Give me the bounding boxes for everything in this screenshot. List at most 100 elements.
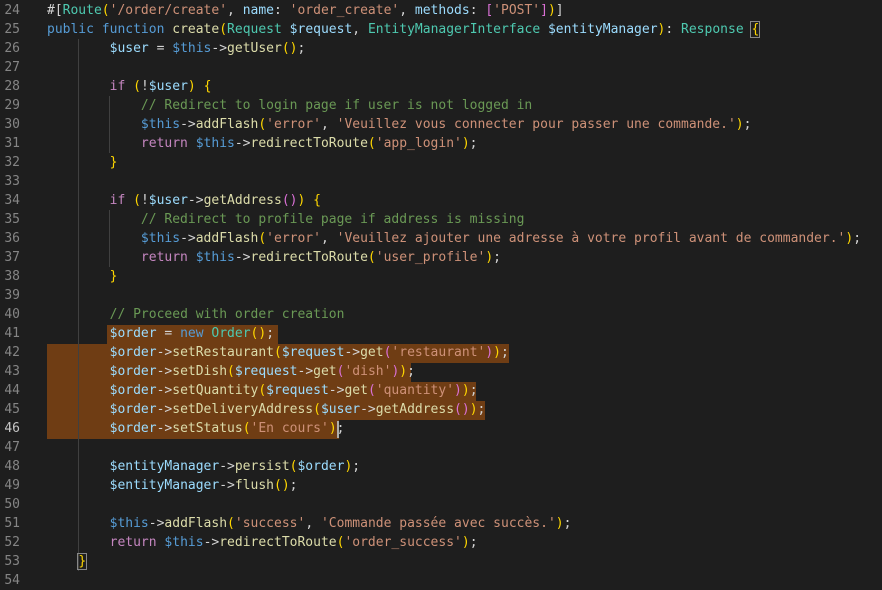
code-line[interactable]: 45 $order->setDeliveryAddress($user->get… (0, 400, 882, 419)
code-token: $this (195, 136, 235, 151)
code-line[interactable]: 34 if (!$user->getAddress()) { (0, 191, 882, 210)
code-token: , (227, 3, 243, 18)
code-line[interactable]: 44 $order->setQuantity($request->get('qu… (0, 381, 882, 400)
code-line[interactable]: 29 // Redirect to login page if user is … (0, 96, 882, 115)
code-token: function (101, 22, 165, 37)
code-token: Route (62, 3, 102, 18)
code-token: new (180, 326, 204, 341)
code-token: ; (469, 383, 478, 398)
code-token: ( (367, 136, 376, 151)
code-text: // Redirect to profile page if address i… (47, 210, 525, 229)
code-line[interactable]: 27 (0, 58, 882, 77)
code-token: $this (140, 117, 181, 132)
code-token: ; (297, 41, 306, 56)
code-token: $user (320, 402, 361, 417)
code-token: 'Commande passée avec succès.' (320, 516, 556, 531)
code-token: , (399, 3, 415, 18)
code-line[interactable]: 54 (0, 571, 882, 590)
code-line[interactable]: 38 } (0, 267, 882, 286)
code-line[interactable]: 31 return $this->redirectToRoute('app_lo… (0, 134, 882, 153)
code-token: : (469, 3, 486, 18)
line-number: 42 (4, 345, 20, 360)
code-line[interactable]: 43 $order->setDish($request->get('dish')… (0, 362, 882, 381)
line-number: 29 (4, 98, 20, 113)
code-line[interactable]: 35 // Redirect to profile page if addres… (0, 210, 882, 229)
line-number: 46 (4, 421, 20, 436)
code-token: #[ (47, 3, 63, 18)
code-token: redirectToRoute (250, 136, 368, 151)
code-token: ; (352, 459, 361, 474)
code-line[interactable]: 37 return $this->redirectToRoute('user_p… (0, 248, 882, 267)
code-token: ) (469, 402, 478, 417)
code-token: 'dish' (344, 364, 392, 379)
code-token: -> (219, 459, 235, 474)
code-line[interactable]: 40 // Proceed with order creation (0, 305, 882, 324)
code-token: -> (360, 402, 376, 417)
code-text: $order->setRestaurant($request->get('res… (47, 343, 509, 362)
code-token: $entityManager (109, 478, 220, 493)
code-token: $user (109, 41, 149, 56)
code-line[interactable]: 39 (0, 286, 882, 305)
code-token: 'quantity' (375, 383, 455, 398)
code-line[interactable]: 26 $user = $this->getUser(); (0, 39, 882, 58)
code-line[interactable]: 48 $entityManager->persist($order); (0, 457, 882, 476)
code-line[interactable]: 51 $this->addFlash('success', 'Commande … (0, 514, 882, 533)
code-editor[interactable]: 24 #[Route('/order/create', name: 'order_… (0, 0, 882, 590)
code-token: 'En cours' (250, 421, 329, 436)
code-token: -> (156, 345, 173, 360)
code-line[interactable]: 30 $this->addFlash('error', 'Veuillez vo… (0, 115, 882, 134)
code-text: $order->setDish($request->get('dish')); (47, 362, 415, 381)
code-token: get (313, 364, 337, 379)
code-token: ; (853, 231, 862, 246)
code-token: addFlash (164, 516, 228, 531)
code-token: // Proceed with order creation (109, 307, 345, 322)
code-text: $this->addFlash('success', 'Commande pas… (47, 514, 572, 533)
code-token: $user (148, 79, 188, 94)
code-token: setQuantity (172, 383, 259, 398)
code-token: ( (227, 364, 235, 379)
code-token: ! (140, 193, 149, 208)
code-line[interactable]: 52 return $this->redirectToRoute('order_… (0, 533, 882, 552)
code-line[interactable]: 53 } (0, 552, 882, 571)
code-text: #[Route('/order/create', name: 'order_cr… (47, 1, 564, 20)
code-token: getAddress (375, 402, 455, 417)
code-token: ) (461, 535, 470, 550)
code-token: ( (133, 193, 141, 208)
code-line[interactable]: 25 public function create(Request $reques… (0, 20, 882, 39)
code-token: $this (140, 231, 181, 246)
code-token: setRestaurant (172, 345, 274, 360)
code-token: $entityManager (547, 22, 658, 37)
code-line[interactable]: 46 $order->setStatus('En cours'); (0, 419, 882, 438)
code-line[interactable]: 42 $order->setRestaurant($request->get('… (0, 343, 882, 362)
code-line[interactable]: 50 (0, 495, 882, 514)
code-token: : (274, 3, 290, 18)
code-line[interactable]: 41 $order = new Order(); (0, 324, 882, 343)
line-number: 47 (4, 440, 20, 455)
code-line[interactable]: 24 #[Route('/order/create', name: 'order_… (0, 1, 882, 20)
code-line[interactable]: 47 (0, 438, 882, 457)
code-line[interactable]: 36 $this->addFlash('error', 'Veuillez aj… (0, 229, 882, 248)
code-line[interactable]: 28 if (!$user) { (0, 77, 882, 96)
code-line[interactable]: 49 $entityManager->flush(); (0, 476, 882, 495)
code-token: ( (367, 250, 376, 265)
line-number: 24 (4, 3, 20, 18)
code-token: ( (258, 117, 267, 132)
code-line[interactable]: 32 } (0, 153, 882, 172)
code-token: ; (563, 516, 572, 531)
code-token: $request (234, 364, 298, 379)
line-number: 36 (4, 231, 20, 246)
code-line[interactable]: 33 (0, 172, 882, 191)
code-token: ) (555, 516, 564, 531)
code-token: } (109, 155, 118, 170)
